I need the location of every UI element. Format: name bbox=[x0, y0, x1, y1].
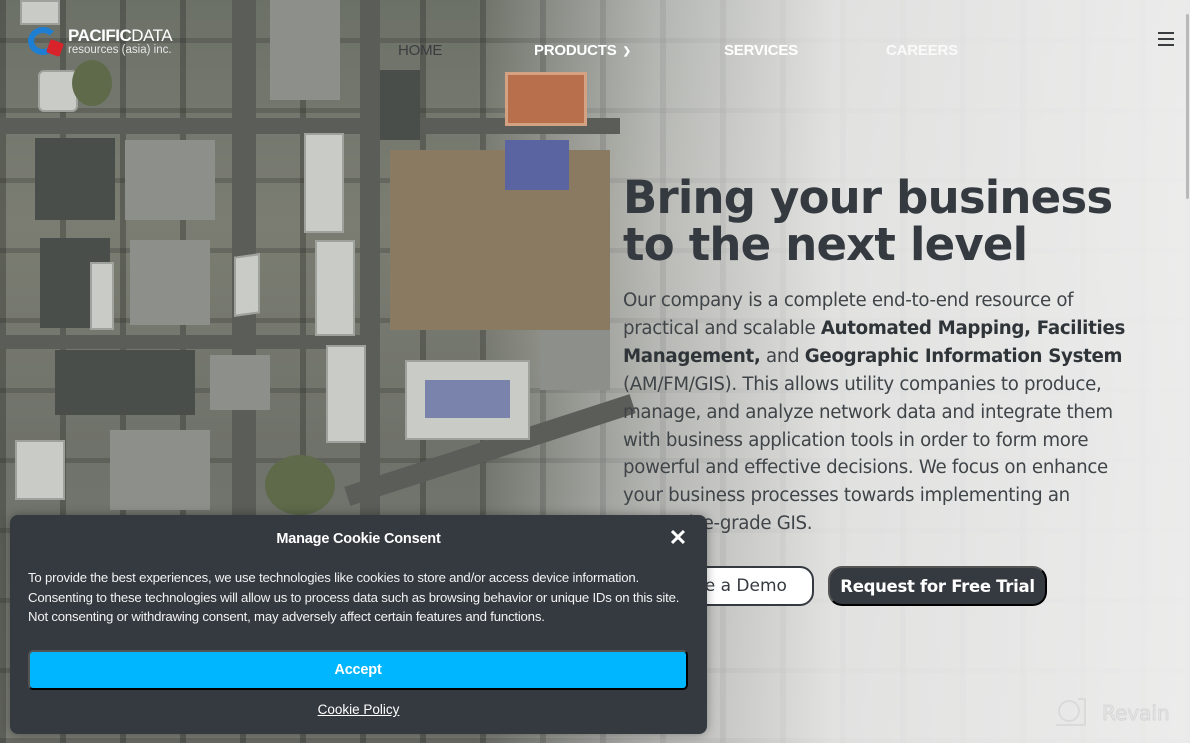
building bbox=[234, 253, 260, 317]
revain-logo-icon bbox=[1056, 698, 1088, 728]
building bbox=[505, 72, 587, 126]
close-icon[interactable]: ✕ bbox=[668, 527, 688, 549]
cookie-consent-message: To provide the best experiences, we use … bbox=[28, 570, 680, 624]
building bbox=[15, 440, 65, 500]
hamburger-menu-icon[interactable] bbox=[1158, 32, 1174, 46]
page-scrollbar[interactable] bbox=[1185, 0, 1190, 743]
nav-item-careers[interactable]: CAREERS bbox=[886, 42, 958, 59]
building bbox=[90, 262, 114, 330]
building bbox=[210, 355, 270, 410]
building bbox=[110, 430, 210, 510]
building bbox=[380, 70, 420, 140]
nav-item-products[interactable]: PRODUCTS ❯ bbox=[534, 42, 631, 59]
building bbox=[326, 345, 366, 443]
hero-description: Our company is a complete end-to-end res… bbox=[623, 287, 1143, 538]
building bbox=[130, 240, 210, 325]
description-highlight-gis: Geographic Information System bbox=[804, 345, 1123, 367]
park bbox=[72, 60, 112, 106]
scrollbar-thumb[interactable] bbox=[1186, 14, 1189, 199]
nav-item-products-label: PRODUCTS bbox=[534, 42, 617, 59]
main-navigation: HOME PRODUCTS ❯ SERVICES CAREERS bbox=[0, 42, 1190, 62]
road bbox=[0, 335, 380, 349]
description-text: and bbox=[760, 345, 805, 367]
building bbox=[35, 138, 115, 220]
request-free-trial-button[interactable]: Request for Free Trial bbox=[828, 566, 1047, 606]
nav-item-services[interactable]: SERVICES bbox=[724, 42, 798, 59]
chevron-down-icon: ❯ bbox=[622, 46, 631, 57]
roundabout bbox=[265, 455, 335, 515]
building bbox=[540, 330, 610, 390]
building bbox=[125, 140, 215, 220]
building bbox=[505, 140, 569, 190]
construction-site bbox=[390, 150, 610, 330]
hero-title: Bring your business to the next level bbox=[623, 174, 1143, 268]
building bbox=[304, 133, 344, 233]
watermark-text: Revain bbox=[1102, 701, 1171, 726]
building bbox=[315, 240, 355, 336]
cookie-consent-dialog: Manage Cookie Consent ✕ To provide the b… bbox=[10, 515, 707, 734]
cookie-consent-title: Manage Cookie Consent bbox=[276, 531, 441, 547]
nav-item-home[interactable]: HOME bbox=[398, 42, 442, 59]
accept-cookies-button[interactable]: Accept bbox=[28, 650, 688, 690]
description-text: (AM/FM/GIS). This allows utility compani… bbox=[623, 373, 1113, 535]
building bbox=[55, 350, 195, 415]
hero-title-line2: to the next level bbox=[623, 218, 1028, 271]
pool bbox=[425, 380, 510, 418]
revain-watermark: Revain bbox=[1056, 698, 1170, 728]
hero-title-line1: Bring your business bbox=[623, 171, 1113, 224]
cookie-policy-link[interactable]: Cookie Policy bbox=[10, 702, 707, 717]
